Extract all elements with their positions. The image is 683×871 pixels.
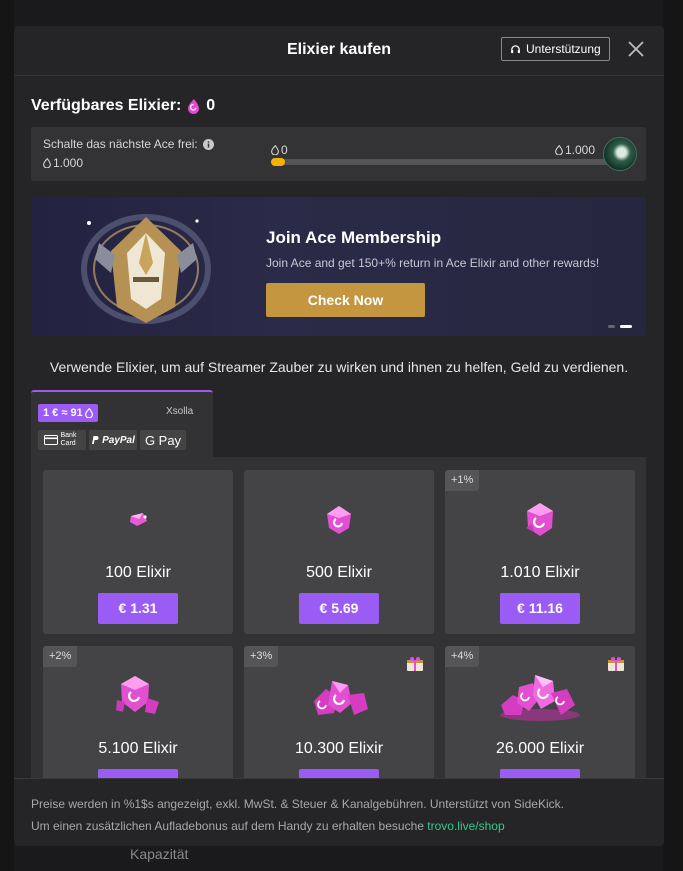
unlock-required-value: 1.000 <box>53 156 84 170</box>
google-pay-label: G Pay <box>144 432 182 448</box>
bonus-badge: +2% <box>43 646 78 667</box>
elixir-gem-cluster <box>43 666 233 726</box>
bank-card-label: Bank Card <box>60 432 77 447</box>
elixir-gem-small <box>244 490 434 550</box>
support-button[interactable]: Unterstützung <box>501 37 610 61</box>
available-elixir: Verfügbares Elixier: 0 <box>31 97 215 115</box>
elixir-gem-pile <box>244 666 434 726</box>
ace-avatar <box>603 137 637 171</box>
exchange-rate: 1 € ≈ 91 <box>43 407 83 419</box>
elixir-packages-grid: 100 Elixir € 1.31 500 Elixir € 5.69 +1% <box>31 457 646 810</box>
close-icon[interactable] <box>626 39 646 59</box>
elixir-small-icon <box>43 158 51 168</box>
banner-title: Join Ace Membership <box>266 228 442 247</box>
progress-min-value: 0 <box>281 143 288 157</box>
progress-max: 1.000 <box>555 143 595 157</box>
bank-card-method: Bank Card <box>38 430 86 450</box>
package-name: 10.300 Elixir <box>294 740 384 757</box>
background-left <box>0 0 14 871</box>
banner-dot[interactable] <box>608 325 615 328</box>
payment-tab-xsolla[interactable]: 1 € ≈ 91 Xsolla Bank Card PayPal G Pay <box>31 390 213 457</box>
ace-membership-banner[interactable]: Join Ace Membership Join Ace and get 150… <box>31 197 646 336</box>
bonus-badge: +4% <box>445 646 480 667</box>
mobile-bonus-note: Um einen zusätzlichen Aufladebonus auf d… <box>31 819 505 833</box>
ace-helmet-image <box>81 214 211 324</box>
package-price-button[interactable]: € 11.16 <box>500 593 580 624</box>
package-card[interactable]: 500 Elixir € 5.69 <box>244 470 434 634</box>
dialog-footer: Preise werden in %1$s angezeigt, exkl. M… <box>14 778 664 846</box>
elixir-crystal-cluster-icon <box>116 676 159 714</box>
background-capacity-label: Kapazität <box>130 846 189 862</box>
elixir-crystal-icon <box>130 513 147 526</box>
unlock-required: 1.000 <box>43 156 83 170</box>
bonus-badge: +1% <box>445 470 480 491</box>
check-now-button[interactable]: Check Now <box>266 283 425 317</box>
available-elixir-label: Verfügbares Elixier: <box>31 97 182 114</box>
banner-pagination <box>608 325 632 328</box>
dialog-header: Elixier kaufen Unterstützung <box>14 26 664 76</box>
package-price-button[interactable]: € 1.31 <box>98 593 178 624</box>
package-name: 100 Elixir <box>105 564 171 581</box>
info-icon[interactable] <box>202 138 214 150</box>
available-elixir-value: 0 <box>206 97 216 114</box>
elixir-icon <box>84 408 93 418</box>
package-card[interactable]: 100 Elixir € 1.31 <box>43 470 233 634</box>
paypal-label: PayPal <box>102 434 135 446</box>
unlock-progress-fill <box>271 158 285 166</box>
headset-icon <box>511 44 520 53</box>
payment-provider: Xsolla <box>166 406 194 417</box>
progress-min: 0 <box>271 143 288 157</box>
package-name: 1.010 Elixir <box>500 564 580 581</box>
unlock-progress-bar <box>271 158 621 166</box>
banner-dot-active[interactable] <box>620 325 632 328</box>
paypal-icon <box>92 436 99 444</box>
unlock-label: Schalte das nächste Ace frei: <box>43 137 198 151</box>
package-name: 500 Elixir <box>306 564 372 581</box>
elixir-small-icon <box>271 145 279 155</box>
elixir-crystal-icon <box>327 506 351 534</box>
elixir-gem-medium <box>445 490 635 550</box>
elixir-crystal-pile-icon <box>314 681 368 715</box>
unlock-label-row: Schalte das nächste Ace frei: <box>43 137 214 151</box>
google-pay-method: G Pay <box>140 430 186 450</box>
background-right <box>663 0 683 871</box>
elixir-gem-hoard <box>445 666 635 726</box>
mobile-bonus-text: Um einen zusätzlichen Aufladebonus auf d… <box>31 819 428 833</box>
shop-link[interactable]: trovo.live/shop <box>427 819 504 833</box>
package-price-button[interactable]: € 5.69 <box>299 593 379 624</box>
bonus-badge: +3% <box>244 646 279 667</box>
exchange-rate-badge: 1 € ≈ 91 <box>38 404 98 422</box>
elixir-crystal-hoard-icon <box>500 675 580 721</box>
elixir-description: Verwende Elixier, um auf Streamer Zauber… <box>49 359 629 375</box>
credit-card-icon <box>43 435 58 445</box>
package-name: 5.100 Elixir <box>98 740 178 757</box>
progress-max-value: 1.000 <box>565 143 596 157</box>
elixir-small-icon <box>555 145 563 155</box>
package-card[interactable]: +1% 1.010 Elixir € 11.16 <box>445 470 635 634</box>
elixir-crystal-icon <box>526 503 553 536</box>
banner-text: Join Ace and get 150+% return in Ace Eli… <box>266 256 600 270</box>
paypal-method: PayPal <box>89 430 137 450</box>
price-disclaimer: Preise werden in %1$s angezeigt, exkl. M… <box>31 797 564 811</box>
elixir-icon <box>188 99 200 114</box>
elixir-gem-small <box>43 490 233 550</box>
unlock-next-ace-panel: Schalte das nächste Ace frei: 1.000 0 1.… <box>31 127 646 181</box>
support-label: Unterstützung <box>526 42 601 56</box>
buy-elixir-dialog: Elixier kaufen Unterstützung Verfügbares… <box>14 26 664 846</box>
package-name: 26.000 Elixir <box>495 740 585 757</box>
